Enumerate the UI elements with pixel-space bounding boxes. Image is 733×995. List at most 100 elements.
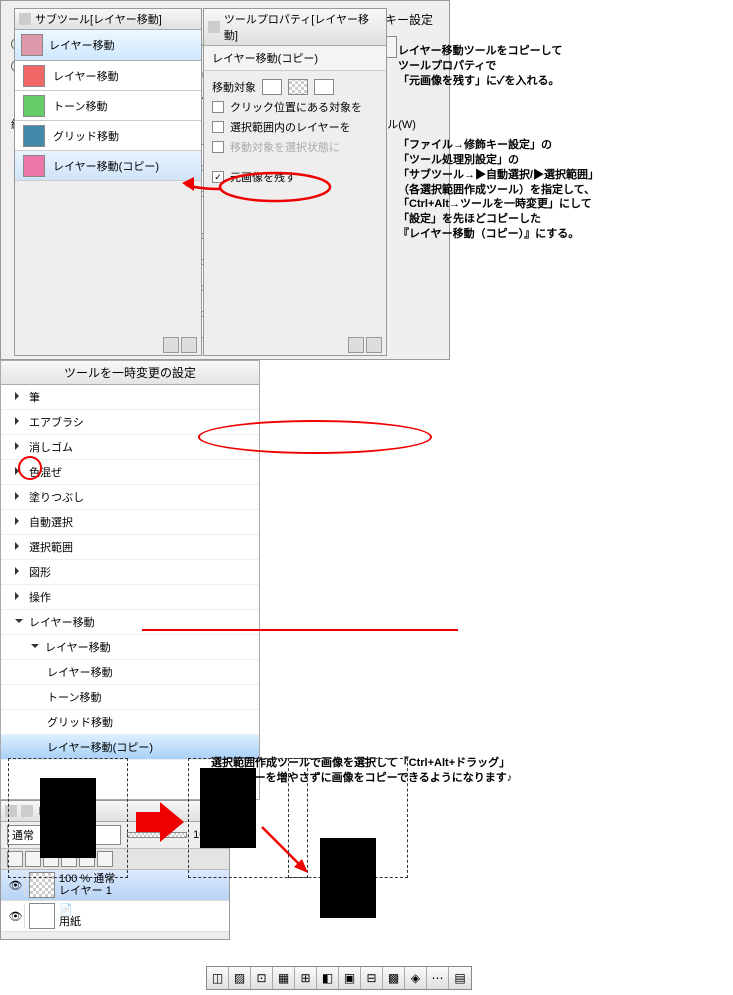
opt-label: 選択範囲内のレイヤーを — [230, 119, 351, 135]
property-menu-icon[interactable] — [348, 337, 364, 353]
tree-panel-title: ツールを一時変更の設定 — [1, 361, 259, 385]
chevron-down-icon[interactable] — [15, 616, 25, 628]
tree-item[interactable]: 消しゴム — [1, 435, 259, 460]
chevron-right-icon[interactable] — [15, 491, 25, 503]
checkbox-icon — [212, 141, 224, 153]
tree-item[interactable]: 筆 — [1, 385, 259, 410]
selection-tool-button[interactable]: ▩ — [383, 967, 405, 989]
opt-keep-original[interactable]: ✓ 元画像を残す — [212, 167, 378, 187]
tree-item-label: レイヤー移動 — [45, 639, 111, 655]
tree-item-label: グリッド移動 — [47, 714, 113, 730]
subtool-item-layer-move-copy[interactable]: レイヤー移動(コピー) — [15, 151, 201, 181]
new-subtool-icon[interactable] — [163, 337, 179, 353]
annotation-underline — [142, 629, 458, 631]
tree-body[interactable]: 筆エアブラシ消しゴム色混ぜ塗りつぶし自動選択選択範囲図形操作レイヤー移動レイヤー… — [1, 385, 259, 760]
tree-item[interactable]: 図形 — [1, 560, 259, 585]
tree-item-label: 筆 — [29, 389, 40, 405]
tree-item[interactable]: 色混ぜ — [1, 460, 259, 485]
subtool-group-tab[interactable]: レイヤー移動 — [15, 30, 201, 61]
target-option-1-icon[interactable] — [262, 79, 282, 95]
selection-tool-button[interactable]: ▨ — [229, 967, 251, 989]
tree-item-label: 塗りつぶし — [29, 489, 84, 505]
checkbox-icon[interactable] — [212, 121, 224, 133]
tree-item[interactable]: グリッド移動 — [1, 710, 259, 735]
subtool-header: サブツール[レイヤー移動] — [15, 9, 201, 30]
tree-item[interactable]: 自動選択 — [1, 510, 259, 535]
chevron-right-icon[interactable] — [15, 466, 25, 478]
black-rect-3 — [320, 838, 376, 918]
property-header: ツールプロパティ[レイヤー移動] — [204, 9, 386, 46]
tree-item-label: 自動選択 — [29, 514, 73, 530]
temp-tool-change-panel: ツールを一時変更の設定 筆エアブラシ消しゴム色混ぜ塗りつぶし自動選択選択範囲図形… — [0, 360, 260, 800]
subtool-item-layer-move[interactable]: レイヤー移動 — [15, 61, 201, 91]
tree-item[interactable]: エアブラシ — [1, 410, 259, 435]
red-arrow-right-icon — [136, 802, 184, 842]
tool-property-panel: ツールプロパティ[レイヤー移動] レイヤー移動(コピー) 移動対象 クリック位置… — [203, 8, 387, 356]
property-footer — [348, 337, 382, 353]
selection-tool-button[interactable]: ⋯ — [427, 967, 449, 989]
chevron-right-icon[interactable] — [15, 391, 25, 403]
chevron-right-icon[interactable] — [15, 516, 25, 528]
opt-click-position[interactable]: クリック位置にある対象を — [212, 97, 378, 117]
move-target-row: 移動対象 — [212, 77, 378, 97]
subtool-header-title: サブツール[レイヤー移動] — [35, 11, 162, 27]
tree-item[interactable]: レイヤー移動 — [1, 610, 259, 635]
tree-item[interactable]: トーン移動 — [1, 685, 259, 710]
delete-subtool-icon[interactable] — [181, 337, 197, 353]
property-subtitle: レイヤー移動(コピー) — [204, 46, 386, 71]
tree-item[interactable]: 操作 — [1, 585, 259, 610]
subtool-panel: サブツール[レイヤー移動] レイヤー移動 レイヤー移動 トーン移動 グリッド移動… — [14, 8, 202, 356]
subtool-item-label: レイヤー移動(コピー) — [53, 158, 159, 174]
tree-item[interactable]: レイヤー移動 — [1, 660, 259, 685]
selection-tool-button[interactable]: ⊟ — [361, 967, 383, 989]
tree-item-label: レイヤー移動 — [29, 614, 95, 630]
selection-tool-button[interactable]: ⊞ — [295, 967, 317, 989]
tree-item[interactable]: 選択範囲 — [1, 535, 259, 560]
selection-tool-button[interactable]: ◧ — [317, 967, 339, 989]
black-rect-1 — [40, 778, 96, 858]
subtool-item-grid-move[interactable]: グリッド移動 — [15, 121, 201, 151]
tree-item-label: エアブラシ — [29, 414, 84, 430]
subtool-group-label: レイヤー移動 — [49, 37, 115, 53]
opt-label: 元画像を残す — [230, 169, 296, 185]
move-target-label: 移動対象 — [212, 79, 256, 95]
chevron-right-icon[interactable] — [15, 566, 25, 578]
layer-move-icon — [21, 34, 43, 56]
annotation-2: 「ファイル→修飾キー設定」の 「ツール処理別設定」の 「サブツール→▶自動選択/… — [398, 138, 599, 242]
subtool-item-label: トーン移動 — [53, 98, 107, 114]
tree-item-label: トーン移動 — [47, 689, 101, 705]
selection-tool-button[interactable]: ▣ — [339, 967, 361, 989]
property-header-title: ツールプロパティ[レイヤー移動] — [224, 11, 382, 43]
selection-tool-button[interactable]: ▤ — [449, 967, 471, 989]
tree-item-label: 図形 — [29, 564, 51, 580]
target-option-3-icon[interactable] — [314, 79, 334, 95]
wrench-icon[interactable] — [366, 337, 382, 353]
black-rect-2 — [200, 768, 256, 848]
chevron-right-icon[interactable] — [15, 541, 25, 553]
checkbox-icon[interactable]: ✓ — [212, 171, 224, 183]
subtool-item-tone-move[interactable]: トーン移動 — [15, 91, 201, 121]
selection-tool-button[interactable]: ◫ — [207, 967, 229, 989]
subtool-item-label: グリッド移動 — [53, 128, 119, 144]
tree-item-label: レイヤー移動(コピー) — [47, 739, 153, 755]
chevron-right-icon[interactable] — [15, 416, 25, 428]
tree-item[interactable]: 塗りつぶし — [1, 485, 259, 510]
checkbox-icon[interactable] — [212, 101, 224, 113]
tree-item-label: 消しゴム — [29, 439, 73, 455]
chevron-right-icon[interactable] — [15, 591, 25, 603]
tree-item-label: 操作 — [29, 589, 51, 605]
subtool-item-label: レイヤー移動 — [53, 68, 119, 84]
opt-label: 移動対象を選択状態に — [230, 139, 340, 155]
chevron-down-icon[interactable] — [31, 641, 41, 653]
tree-item[interactable]: レイヤー移動 — [1, 635, 259, 660]
annotation-1: レイヤー移動ツールをコピーして ツールプロパティで 「元画像を残す」に✓を入れる… — [398, 44, 562, 89]
target-option-2-icon[interactable] — [288, 79, 308, 95]
opt-selection-layers[interactable]: 選択範囲内のレイヤーを — [212, 117, 378, 137]
chevron-right-icon[interactable] — [15, 441, 25, 453]
opt-set-selected: 移動対象を選択状態に — [212, 137, 378, 157]
selection-tool-button[interactable]: ◈ — [405, 967, 427, 989]
tree-item-label: 色混ぜ — [29, 464, 62, 480]
layer-move-subtool-icon — [23, 65, 45, 87]
selection-tool-button[interactable]: ⊡ — [251, 967, 273, 989]
selection-tool-button[interactable]: ▦ — [273, 967, 295, 989]
